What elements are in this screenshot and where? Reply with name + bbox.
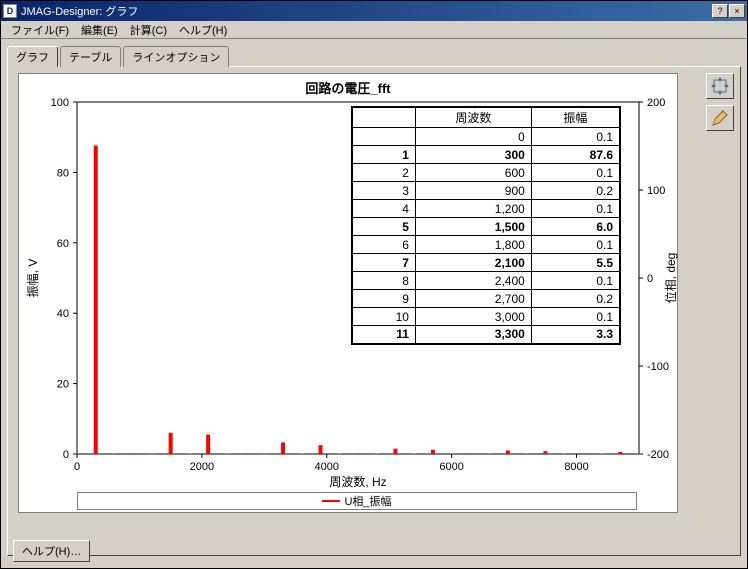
svg-text:100: 100 xyxy=(647,185,665,197)
svg-text:4000: 4000 xyxy=(315,461,339,473)
svg-text:20: 20 xyxy=(57,379,69,391)
tabbar: グラフ テーブル ラインオプション xyxy=(7,46,741,67)
svg-text:100: 100 xyxy=(51,97,69,109)
svg-text:60: 60 xyxy=(57,238,69,250)
tab-table[interactable]: テーブル xyxy=(60,46,121,67)
fft-data-table: 周波数振幅 00.1130087.626000.139000.241,2000.… xyxy=(351,106,621,345)
app-icon: D xyxy=(3,4,17,18)
table-row: 113,3003.3 xyxy=(352,326,620,344)
table-row: 61,8000.1 xyxy=(352,236,620,254)
menu-file[interactable]: ファイル(F) xyxy=(5,20,75,40)
table-header xyxy=(352,107,415,128)
table-row: 39000.2 xyxy=(352,182,620,200)
zoom-reset-icon xyxy=(711,77,729,95)
table-row: 92,7000.2 xyxy=(352,290,620,308)
help-dialog-button[interactable]: ヘルプ(H)… xyxy=(13,540,90,562)
svg-text:0: 0 xyxy=(647,273,653,285)
table-row: 72,1005.5 xyxy=(352,254,620,272)
svg-text:-100: -100 xyxy=(647,361,669,373)
svg-text:位相, deg: 位相, deg xyxy=(663,253,678,304)
menu-edit[interactable]: 編集(E) xyxy=(75,20,124,40)
table-row: 00.1 xyxy=(352,128,620,146)
table-row: 103,0000.1 xyxy=(352,308,620,326)
menu-calc[interactable]: 計算(C) xyxy=(124,20,173,40)
tab-lineoption[interactable]: ラインオプション xyxy=(123,46,229,67)
help-button[interactable]: ? xyxy=(712,4,728,18)
svg-text:40: 40 xyxy=(57,308,69,320)
svg-text:周波数, Hz: 周波数, Hz xyxy=(329,474,386,489)
pencil-icon xyxy=(711,109,729,127)
table-row: 41,2000.1 xyxy=(352,200,620,218)
chart-panel: 回路の電圧_fft 020406080100 -200-1000100200 0… xyxy=(7,66,741,556)
svg-text:0: 0 xyxy=(63,449,69,461)
svg-text:振幅, V: 振幅, V xyxy=(25,259,40,298)
table-row: 130087.6 xyxy=(352,146,620,164)
svg-text:0: 0 xyxy=(74,461,80,473)
edit-button[interactable] xyxy=(706,105,734,131)
zoom-reset-button[interactable] xyxy=(706,73,734,99)
menu-help[interactable]: ヘルプ(H) xyxy=(173,20,233,40)
legend-label: U相_振幅 xyxy=(344,493,391,509)
svg-text:-200: -200 xyxy=(647,449,669,461)
svg-text:6000: 6000 xyxy=(439,461,463,473)
legend: U相_振幅 xyxy=(77,492,637,510)
table-row: 51,5006.0 xyxy=(352,218,620,236)
titlebar: D JMAG-Designer: グラフ ? × xyxy=(1,1,747,21)
menubar: ファイル(F) 編集(E) 計算(C) ヘルプ(H) xyxy=(1,21,747,39)
chart-area: 回路の電圧_fft 020406080100 -200-1000100200 0… xyxy=(18,73,678,513)
table-header: 周波数 xyxy=(415,107,531,128)
window-title: JMAG-Designer: グラフ xyxy=(21,3,712,19)
svg-text:2000: 2000 xyxy=(190,461,214,473)
svg-text:8000: 8000 xyxy=(564,461,588,473)
table-row: 26000.1 xyxy=(352,164,620,182)
table-header: 振幅 xyxy=(531,107,620,128)
tab-graph[interactable]: グラフ xyxy=(7,46,58,67)
svg-text:200: 200 xyxy=(647,97,665,109)
svg-text:80: 80 xyxy=(57,167,69,179)
close-button[interactable]: × xyxy=(729,4,745,18)
table-row: 82,4000.1 xyxy=(352,272,620,290)
legend-swatch xyxy=(322,500,340,502)
